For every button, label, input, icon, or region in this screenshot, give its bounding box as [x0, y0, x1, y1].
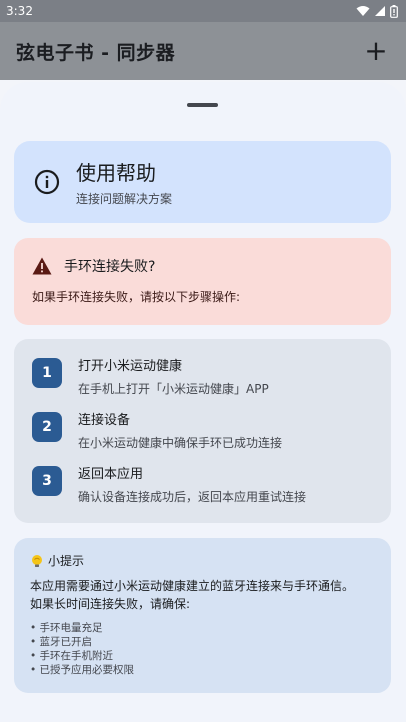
alert-title: 手环连接失败? — [64, 259, 156, 275]
warning-icon — [32, 257, 52, 275]
battery-icon — [390, 4, 398, 18]
step-number-badge: 3 — [32, 466, 62, 496]
alert-header: 手环连接失败? — [32, 256, 373, 276]
step-description: 在小米运动健康中确保手环已成功连接 — [78, 436, 283, 450]
alert-body: 如果手环连接失败，请按以下步骤操作: — [32, 290, 241, 304]
tips-body: 本应用需要通过小米运动健康建立的蓝牙连接来与手环通信。 如果长时间连接失败，请确… — [30, 577, 375, 613]
app-title: 弦电子书 - 同步器 — [16, 41, 176, 64]
add-button[interactable]: + — [362, 37, 390, 65]
tips-card: 小提示 本应用需要通过小米运动健康建立的蓝牙连接来与手环通信。 如果长时间连接失… — [14, 538, 391, 693]
step-description: 确认设备连接成功后，返回本应用重试连接 — [78, 490, 307, 504]
signal-icon — [375, 6, 385, 16]
step-title: 连接设备 — [78, 413, 131, 428]
tips-list-item: 手环在手机附近 — [30, 649, 375, 663]
tips-list-item: 蓝牙已开启 — [30, 635, 375, 649]
step-number-badge: 1 — [32, 358, 62, 388]
help-subtitle: 连接问题解决方案 — [76, 192, 173, 206]
tips-body-line: 如果长时间连接失败，请确保: — [30, 597, 191, 611]
help-bottom-sheet: 使用帮助 连接问题解决方案 手环连接失败? 如果手环连接失败，请按以下步骤操作:… — [0, 82, 406, 722]
tips-body-line: 本应用需要通过小米运动健康建立的蓝牙连接来与手环通信。 — [30, 579, 355, 593]
wifi-icon — [356, 6, 370, 16]
connection-failed-alert: 手环连接失败? 如果手环连接失败，请按以下步骤操作: — [14, 238, 391, 325]
step-description: 在手机上打开「小米运动健康」APP — [78, 382, 269, 396]
help-card: 使用帮助 连接问题解决方案 — [14, 141, 391, 223]
status-bar: 3:32 — [0, 0, 406, 22]
info-icon — [34, 169, 60, 195]
step-number-badge: 2 — [32, 412, 62, 442]
step-text: 连接设备 在小米运动健康中确保手环已成功连接 — [78, 409, 282, 451]
step-item: 1 打开小米运动健康 在手机上打开「小米运动健康」APP — [32, 355, 373, 409]
app-bar: 弦电子书 - 同步器 + — [0, 22, 406, 80]
tips-list-item: 已授予应用必要权限 — [30, 663, 375, 677]
help-title: 使用帮助 — [76, 161, 156, 185]
step-title: 打开小米运动健康 — [78, 359, 183, 374]
step-title: 返回本应用 — [78, 467, 144, 482]
bulb-icon — [32, 554, 42, 567]
tips-header: 小提示 — [30, 552, 375, 569]
tips-list: 手环电量充足 蓝牙已开启 手环在手机附近 已授予应用必要权限 — [30, 621, 375, 677]
tips-title: 小提示 — [48, 554, 85, 568]
steps-card: 1 打开小米运动健康 在手机上打开「小米运动健康」APP 2 连接设备 在小米运… — [14, 339, 391, 523]
tips-list-item: 手环电量充足 — [30, 621, 375, 635]
status-time: 3:32 — [6, 4, 33, 18]
step-text: 返回本应用 确认设备连接成功后，返回本应用重试连接 — [78, 463, 306, 505]
help-text: 使用帮助 连接问题解决方案 — [76, 157, 172, 207]
step-item: 3 返回本应用 确认设备连接成功后，返回本应用重试连接 — [32, 463, 373, 517]
step-item: 2 连接设备 在小米运动健康中确保手环已成功连接 — [32, 409, 373, 463]
drag-handle[interactable] — [187, 103, 218, 107]
status-icons — [356, 4, 398, 18]
step-text: 打开小米运动健康 在手机上打开「小米运动健康」APP — [78, 355, 269, 397]
